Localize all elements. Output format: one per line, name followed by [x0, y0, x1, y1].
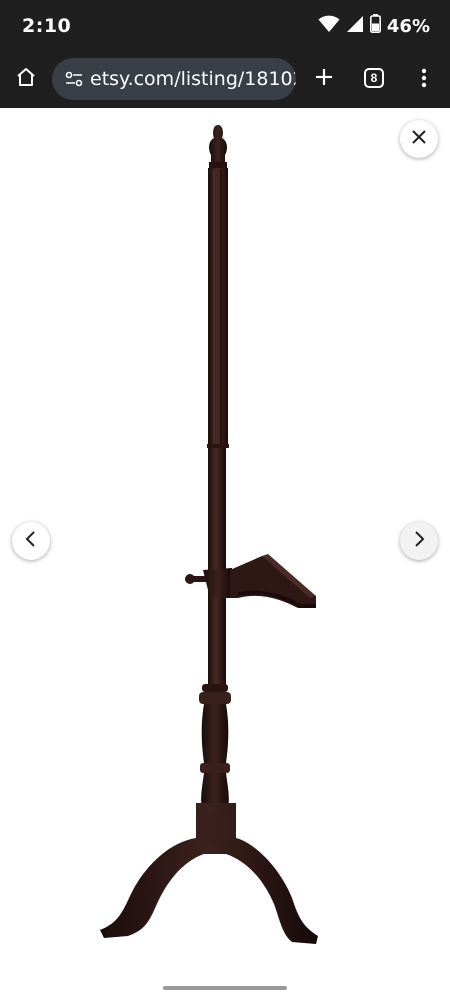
- close-icon: [411, 129, 427, 150]
- status-bar: 2:10 46%: [0, 0, 450, 52]
- product-photo[interactable]: [0, 108, 450, 1000]
- next-image-button[interactable]: [400, 522, 438, 560]
- listing-image-viewer: [0, 108, 450, 1000]
- new-tab-button[interactable]: [310, 64, 338, 94]
- more-menu-button[interactable]: [414, 66, 434, 94]
- cell-signal-icon: [346, 15, 364, 38]
- plus-icon: [314, 67, 334, 92]
- home-button[interactable]: [12, 65, 40, 93]
- more-vert-icon: [421, 68, 427, 93]
- previous-image-button[interactable]: [12, 522, 50, 560]
- browser-toolbar: etsy.com/listing/18102 8: [0, 52, 450, 108]
- chevron-left-icon: [24, 530, 38, 552]
- tune-icon[interactable]: [64, 69, 84, 89]
- wifi-icon: [318, 15, 340, 38]
- tab-switcher-button[interactable]: 8: [364, 68, 384, 88]
- home-icon: [15, 66, 37, 93]
- address-bar[interactable]: etsy.com/listing/18102: [52, 58, 296, 100]
- battery-icon: [369, 14, 381, 38]
- tab-count: 8: [370, 71, 378, 85]
- chevron-right-icon: [412, 530, 426, 552]
- battery-percent: 46%: [386, 15, 430, 37]
- gesture-navigation-bar[interactable]: [163, 986, 287, 990]
- close-button[interactable]: [400, 120, 438, 158]
- status-icons: 46%: [318, 14, 430, 38]
- status-time: 2:10: [22, 15, 72, 37]
- url-text: etsy.com/listing/18102: [90, 68, 296, 90]
